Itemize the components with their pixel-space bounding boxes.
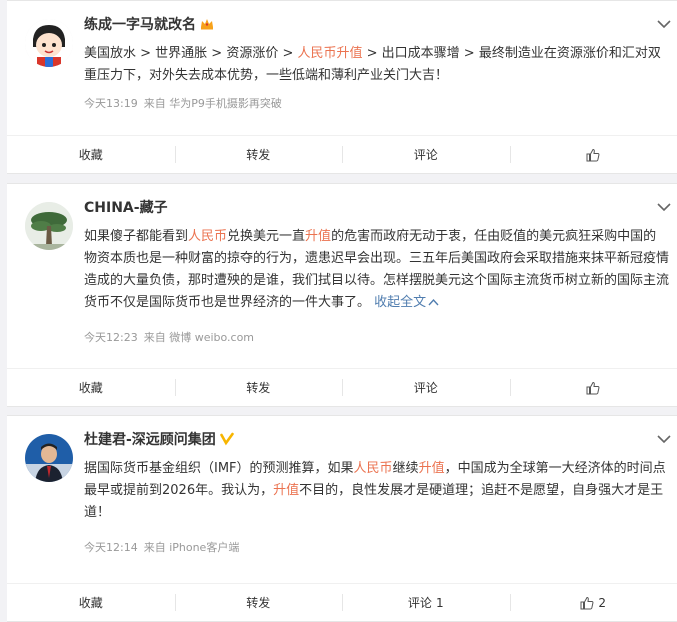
author-name[interactable]: 练成一字马就改名 (84, 15, 215, 35)
comment-label: 评论 (408, 594, 432, 611)
favorite-button[interactable]: 收藏 (7, 584, 175, 621)
timestamp[interactable]: 今天13:19 (84, 97, 138, 110)
author-name[interactable]: 杜建君-深远顾问集团 (84, 430, 235, 450)
post-text: 据国际货币基金组织（IMF）的预测推算，如果人民币继续升值，中国成为全球第一大经… (84, 458, 669, 524)
thumb-up-icon (580, 596, 594, 610)
avatar-photo-icon (25, 434, 73, 482)
comment-button[interactable]: 评论 (342, 136, 510, 173)
repost-label: 转发 (246, 146, 270, 163)
author-name-text[interactable]: 杜建君-深远顾问集团 (84, 432, 216, 448)
like-button[interactable] (510, 136, 677, 173)
repost-label: 转发 (246, 594, 270, 611)
post-card: CHINA-藏子 如果傻子都能看到人民币兑换美元一直升值的危害而政府无动于衷，任… (7, 183, 677, 407)
post-meta: 今天13:19 来自 华为P9手机摄影再突破 (84, 95, 288, 111)
post-text: 美国放水 > 世界通胀 > 资源涨价 > 人民币升值 > 出口成本骤增 > 最终… (84, 43, 669, 87)
chevron-down-icon[interactable] (657, 202, 671, 212)
collapse-link[interactable]: 收起全文 (374, 295, 439, 310)
favorite-label: 收藏 (79, 594, 103, 611)
avatar[interactable] (25, 202, 73, 250)
topic-link[interactable]: 升值 (273, 483, 299, 498)
comment-label: 评论 (414, 379, 438, 396)
chevron-down-icon[interactable] (657, 434, 671, 444)
text-segment: 如果傻子都能看到 (84, 229, 188, 244)
topic-link[interactable]: 人民币升值 (297, 46, 362, 61)
text-segment: 据国际货币基金组织（IMF）的预测推算，如果 (84, 461, 354, 476)
post-source[interactable]: 来自 微博 weibo.com (144, 331, 254, 344)
author-name-text[interactable]: CHINA-藏子 (84, 200, 168, 216)
post-source[interactable]: 来自 华为P9手机摄影再突破 (144, 97, 282, 110)
like-button[interactable]: 2 (510, 584, 677, 621)
like-button[interactable] (510, 369, 677, 406)
favorite-button[interactable]: 收藏 (7, 136, 175, 173)
comment-button[interactable]: 评论 1 (342, 584, 510, 621)
post-source[interactable]: 来自 iPhone客户端 (144, 541, 240, 554)
topic-link[interactable]: 人民币 (188, 229, 227, 244)
author-name-text[interactable]: 练成一字马就改名 (84, 17, 196, 33)
post-card: 杜建君-深远顾问集团 据国际货币基金组织（IMF）的预测推算，如果人民币继续升值… (7, 415, 677, 622)
text-segment: 继续 (393, 461, 419, 476)
thumb-up-icon (586, 381, 600, 395)
repost-button[interactable]: 转发 (175, 136, 343, 173)
post-meta: 今天12:14 来自 iPhone客户端 (84, 539, 245, 555)
favorite-label: 收藏 (79, 146, 103, 163)
action-bar: 收藏 转发 评论 (7, 135, 677, 173)
avatar[interactable] (25, 434, 73, 482)
chevron-up-icon (428, 298, 439, 306)
post-meta: 今天12:23 来自 微博 weibo.com (84, 329, 260, 345)
text-segment: 美国放水 > 世界通胀 > 资源涨价 > (84, 46, 297, 61)
topic-link[interactable]: 升值 (419, 461, 445, 476)
collapse-label[interactable]: 收起全文 (374, 295, 426, 310)
timestamp[interactable]: 今天12:14 (84, 541, 138, 554)
avatar-cartoon-icon (25, 19, 73, 67)
repost-button[interactable]: 转发 (175, 369, 343, 406)
text-segment: 兑换美元一直 (227, 229, 305, 244)
comment-count: 1 (436, 596, 444, 610)
post-text: 如果傻子都能看到人民币兑换美元一直升值的危害而政府无动于衷，任由贬值的美元疯狂采… (84, 226, 669, 314)
avatar[interactable] (25, 19, 73, 67)
thumb-up-icon (586, 148, 600, 162)
favorite-label: 收藏 (79, 379, 103, 396)
topic-link[interactable]: 人民币 (354, 461, 393, 476)
repost-button[interactable]: 转发 (175, 584, 343, 621)
timestamp[interactable]: 今天12:23 (84, 331, 138, 344)
chevron-down-icon[interactable] (657, 19, 671, 29)
comment-button[interactable]: 评论 (342, 369, 510, 406)
topic-link[interactable]: 升值 (305, 229, 331, 244)
comment-label: 评论 (414, 146, 438, 163)
like-count: 2 (598, 596, 606, 610)
action-bar: 收藏 转发 评论 1 2 (7, 583, 677, 621)
post-card: 练成一字马就改名 美国放水 > 世界通胀 > 资源涨价 > 人民币升值 > 出口… (7, 0, 677, 174)
action-bar: 收藏 转发 评论 (7, 368, 677, 406)
avatar-tree-icon (25, 202, 73, 250)
verified-badge-icon (219, 431, 235, 447)
repost-label: 转发 (246, 379, 270, 396)
favorite-button[interactable]: 收藏 (7, 369, 175, 406)
crown-icon (199, 16, 215, 32)
author-name[interactable]: CHINA-藏子 (84, 198, 168, 218)
